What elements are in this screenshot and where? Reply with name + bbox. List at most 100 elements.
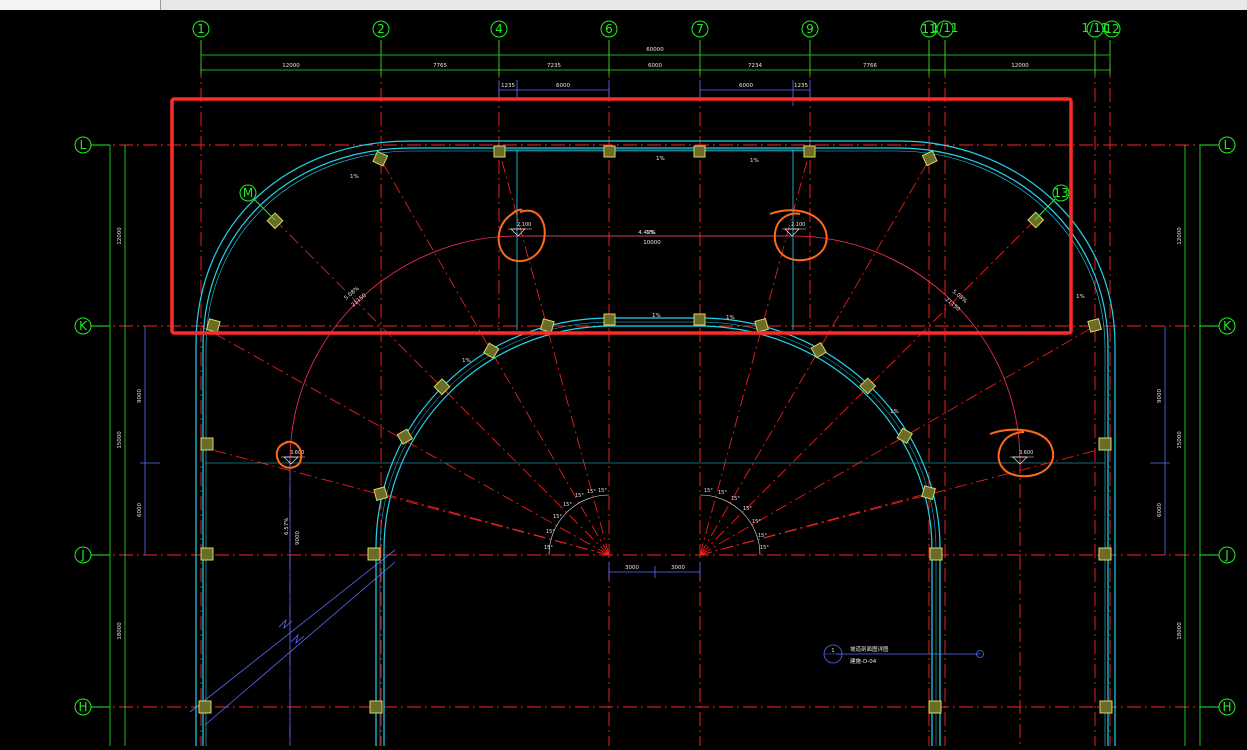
dim-right-5: 18000 xyxy=(1177,622,1183,640)
dim-right-1: 12000 xyxy=(1177,227,1183,245)
top-grid-bubbles: 1 2 4 6 7 9 11 1/11 1/11 12 xyxy=(192,20,1121,38)
grid-label-2: 2 xyxy=(377,22,385,36)
angle-labels-right: 15° 15° 15° 15° 15° 15° 15° xyxy=(704,488,769,551)
dim-right-3: 15000 xyxy=(1177,431,1183,449)
grid-bubble-12: 12 xyxy=(1103,20,1121,38)
vertical-axis-lines xyxy=(200,40,1111,746)
elevation-marker-2: 2.100 xyxy=(782,222,806,237)
dim-left-5: 18000 xyxy=(117,622,123,640)
dim-left-1: 12000 xyxy=(117,227,123,245)
grid-bubble-1-11a: 1/11 xyxy=(932,20,959,38)
grid-bubble-1: 1 xyxy=(192,20,210,38)
dim-left-2: 9000 xyxy=(137,389,143,403)
dim-seg-7: 12000 xyxy=(1011,63,1029,69)
grid-label-1-11a: 1/11 xyxy=(932,21,959,35)
angle-labels-left: 15° 15° 15° 15° 15° 15° 15° xyxy=(544,488,607,551)
dimension-frame xyxy=(109,40,1201,746)
annotation-circle-2 xyxy=(769,209,828,262)
angle-left-7: 15° xyxy=(598,488,607,494)
grid-bubble-9: 9 xyxy=(801,20,819,38)
file-tab[interactable] xyxy=(0,0,161,10)
annotation-circles xyxy=(275,208,1055,478)
elevation-label-1: 2.100 xyxy=(517,222,531,228)
angle-right-7: 15° xyxy=(760,545,769,551)
dim-right-4: 6000 xyxy=(1157,503,1163,517)
grid-bubble-2: 2 xyxy=(372,20,390,38)
grid-label-L-left: L xyxy=(80,138,87,152)
selection-highlight-box xyxy=(170,97,1073,335)
annotation-circle-1 xyxy=(497,208,546,263)
dim-seg-6: 7766 xyxy=(863,63,877,69)
ramp-center-arc xyxy=(289,235,1021,463)
slope-label-7: 1% xyxy=(890,409,899,415)
grid-label-4: 4 xyxy=(495,22,503,36)
dim-bottom-1: 3000 xyxy=(625,565,639,571)
dim-left-3: 15000 xyxy=(117,431,123,449)
ramp-grade-top: 4.49% xyxy=(638,230,655,236)
grid-label-13: 13 xyxy=(1053,186,1068,200)
section-symbol: 1 坡道剖面图详图 建施-D-04 xyxy=(823,644,889,665)
ramp-length-vertical: 9000 xyxy=(295,531,301,545)
angle-left-6: 15° xyxy=(587,489,596,495)
grid-bubble-6: 6 xyxy=(600,20,618,38)
angle-right-2: 15° xyxy=(718,490,727,496)
elevation-label-4: 3.600 xyxy=(1019,450,1033,456)
grid-label-J-right: J xyxy=(1224,548,1229,562)
grid-bubble-4: 4 xyxy=(490,20,508,38)
dim-inner-right-1: 6000 xyxy=(739,83,753,89)
dim-seg-1: 12000 xyxy=(282,63,300,69)
slope-label-8: 1% xyxy=(1076,294,1085,300)
angle-arcs xyxy=(548,494,761,556)
grid-label-7: 7 xyxy=(696,22,704,36)
elevation-marker-1: 2.100 xyxy=(508,222,532,237)
ramp-length-top: 10000 xyxy=(643,240,661,246)
grid-bubble-7: 7 xyxy=(691,20,709,38)
left-dimensions: 12000 9000 15000 6000 18000 xyxy=(117,227,143,640)
dim-seg-4: 6000 xyxy=(648,63,662,69)
slope-label-4: 1% xyxy=(652,313,661,319)
angle-right-4: 15° xyxy=(743,506,752,512)
radial-lines-left xyxy=(200,149,610,556)
inner-ramp-wall xyxy=(375,317,941,746)
grid-label-K-right: K xyxy=(1223,319,1232,333)
cad-canvas[interactable]: 1 2 4 6 7 9 11 1/11 1/11 12 L K J H L K … xyxy=(0,10,1247,746)
grid-label-J-left: J xyxy=(80,548,85,562)
slope-label-2: 1% xyxy=(750,158,759,164)
slope-label-6: 1% xyxy=(462,358,471,364)
angle-left-2: 15° xyxy=(546,529,555,535)
dim-seg-3: 7235 xyxy=(547,63,561,69)
elevation-marker-4: 3.600 xyxy=(1010,450,1034,465)
dim-seg-5: 7234 xyxy=(748,63,762,69)
grid-label-9: 9 xyxy=(806,22,814,36)
grid-bubble-K-left: K xyxy=(74,317,110,335)
dim-left-4: 6000 xyxy=(137,503,143,517)
elevation-markers: 2.100 2.100 3.600 3.600 xyxy=(281,222,1034,465)
grid-label-H-left: H xyxy=(78,700,87,714)
grid-label-12: 12 xyxy=(1104,22,1119,36)
slope-label-5: 1% xyxy=(726,315,735,321)
dim-right-2: 9000 xyxy=(1157,389,1163,403)
dim-bottom-2: 3000 xyxy=(671,565,685,571)
right-dimensions: 12000 9000 15000 6000 18000 xyxy=(1157,227,1183,640)
angle-right-6: 15° xyxy=(758,533,767,539)
elevation-label-2: 2.100 xyxy=(791,222,805,228)
dim-inner-right-2: 1235 xyxy=(794,83,808,89)
grid-bubble-K-right: K xyxy=(1200,317,1236,335)
grid-bubble-H-right: H xyxy=(1200,698,1236,716)
section-ref: 建施-D-04 xyxy=(850,657,877,665)
grid-bubble-L-right: L xyxy=(1200,136,1236,154)
grid-label-K-left: K xyxy=(79,319,88,333)
grid-label-6: 6 xyxy=(605,22,613,36)
grid-bubble-L-left: L xyxy=(74,136,110,154)
dim-seg-2: 7765 xyxy=(433,63,447,69)
dim-total: 60000 xyxy=(646,47,664,53)
angle-left-3: 15° xyxy=(553,514,562,520)
dim-inner-left-2: 6000 xyxy=(556,83,570,89)
grid-label-L-right: L xyxy=(1224,138,1231,152)
angle-right-1: 15° xyxy=(704,488,713,494)
angle-left-5: 15° xyxy=(575,493,584,499)
angle-right-5: 15° xyxy=(752,519,761,525)
slope-label-3: 1% xyxy=(350,174,359,180)
grid-bubble-J-right: J xyxy=(1200,546,1236,564)
top-dimensions: 60000 12000 7765 7235 6000 7234 7766 120… xyxy=(282,47,1029,89)
